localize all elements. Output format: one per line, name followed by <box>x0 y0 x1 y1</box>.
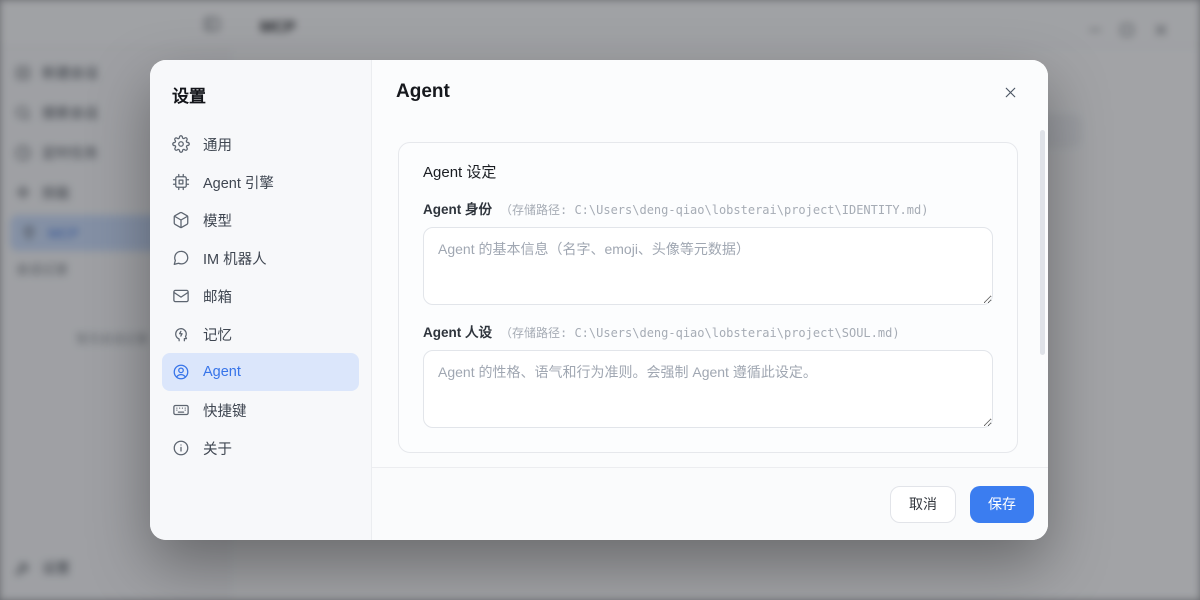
agent-persona-textarea[interactable] <box>423 350 993 428</box>
field-storage-path: （存储路径: C:\Users\deng-qiao\lobsterai\proj… <box>500 201 928 218</box>
settings-tab-label: 邮箱 <box>203 286 232 307</box>
settings-panel-agent: Agent Agent 设定 Agent 身份 （存储路径: C:\Users\… <box>372 60 1048 540</box>
settings-tab-label: Agent 引擎 <box>203 172 274 193</box>
cpu-icon <box>172 173 190 191</box>
agent-identity-textarea[interactable] <box>423 227 993 305</box>
agent-identity-field: Agent 身份 （存储路径: C:\Users\deng-qiao\lobst… <box>423 198 993 305</box>
box-icon <box>172 211 190 229</box>
settings-tab-memory[interactable]: 记忆 <box>162 315 359 353</box>
field-label-row: Agent 身份 （存储路径: C:\Users\deng-qiao\lobst… <box>423 198 993 218</box>
panel-scroll-area[interactable]: Agent 设定 Agent 身份 （存储路径: C:\Users\deng-q… <box>372 124 1048 467</box>
settings-tab-mail[interactable]: 邮箱 <box>162 277 359 315</box>
settings-tab-im-bot[interactable]: IM 机器人 <box>162 239 359 277</box>
field-label: Agent 人设 <box>423 321 492 341</box>
settings-tab-agent-engine[interactable]: Agent 引擎 <box>162 163 359 201</box>
settings-tab-label: Agent <box>203 364 241 380</box>
settings-tab-general[interactable]: 通用 <box>162 125 359 163</box>
settings-tab-models[interactable]: 模型 <box>162 201 359 239</box>
memory-head-icon <box>172 325 190 343</box>
field-storage-path: （存储路径: C:\Users\deng-qiao\lobsterai\proj… <box>500 324 900 341</box>
settings-dialog: 设置 通用 Agent 引擎 模型 IM 机器人 <box>150 60 1048 540</box>
settings-tab-label: IM 机器人 <box>203 248 267 269</box>
settings-tab-label: 关于 <box>203 438 232 459</box>
chat-bubble-icon <box>172 249 190 267</box>
panel-header: Agent <box>372 60 1048 124</box>
settings-title: 设置 <box>172 82 359 107</box>
cancel-button[interactable]: 取消 <box>890 486 956 523</box>
settings-tab-about[interactable]: 关于 <box>162 429 359 467</box>
user-circle-icon <box>172 363 190 381</box>
field-label: Agent 身份 <box>423 198 492 218</box>
settings-tab-label: 记忆 <box>203 324 232 345</box>
field-label-row: Agent 人设 （存储路径: C:\Users\deng-qiao\lobst… <box>423 321 993 341</box>
close-dialog-button[interactable] <box>996 78 1024 106</box>
mail-icon <box>172 287 190 305</box>
save-button[interactable]: 保存 <box>970 486 1034 523</box>
settings-tab-label: 通用 <box>203 134 232 155</box>
settings-sidebar: 设置 通用 Agent 引擎 模型 IM 机器人 <box>150 60 372 540</box>
agent-persona-field: Agent 人设 （存储路径: C:\Users\deng-qiao\lobst… <box>423 321 993 428</box>
info-circle-icon <box>172 439 190 457</box>
panel-title: Agent <box>396 81 450 103</box>
dialog-footer: 取消 保存 <box>372 467 1048 540</box>
card-title: Agent 设定 <box>423 161 993 182</box>
close-icon <box>1002 84 1019 101</box>
settings-tab-shortcuts[interactable]: 快捷键 <box>162 391 359 429</box>
scrollbar-thumb[interactable] <box>1040 130 1045 355</box>
settings-tab-agent[interactable]: Agent <box>162 353 359 391</box>
settings-tab-label: 快捷键 <box>203 400 247 421</box>
settings-tab-label: 模型 <box>203 210 232 231</box>
agent-settings-card: Agent 设定 Agent 身份 （存储路径: C:\Users\deng-q… <box>398 142 1018 453</box>
gear-icon <box>172 135 190 153</box>
keyboard-icon <box>172 401 190 419</box>
